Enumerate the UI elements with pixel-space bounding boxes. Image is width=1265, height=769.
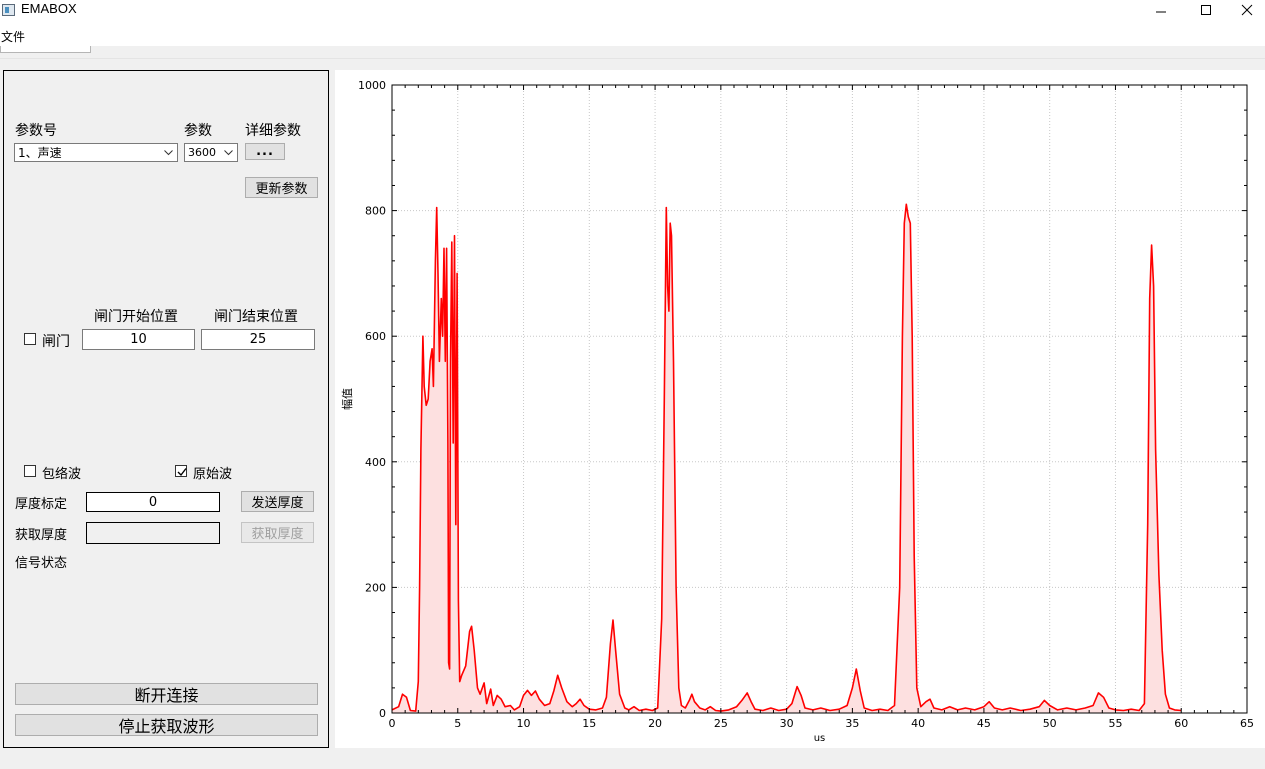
gate-start-input[interactable]: 10 (82, 329, 195, 350)
y-tick-label: 0 (379, 707, 386, 720)
gate-start-label: 闸门开始位置 (94, 309, 178, 325)
disconnect-button[interactable]: 断开连接 (15, 683, 318, 705)
close-button[interactable] (1228, 0, 1265, 20)
waveform-chart: 0 5 10 15 20 25 30 35 40 45 50 55 60 65 0 200 400 600 800 1… (335, 70, 1265, 748)
raw-wave-checkbox[interactable] (175, 465, 187, 477)
x-tick-label: 0 (389, 717, 396, 730)
check-icon (177, 468, 187, 477)
y-tick-label: 800 (365, 205, 386, 218)
param-label: 参数 (184, 123, 212, 139)
thickness-calib-input[interactable]: 0 (86, 492, 220, 512)
param-value: 3600 (188, 146, 216, 159)
x-tick-label: 40 (911, 717, 925, 730)
x-tick-label: 60 (1174, 717, 1188, 730)
y-tick-label: 200 (365, 581, 386, 594)
toolbar (0, 46, 1265, 59)
gate-checkbox-label: 闸门 (42, 334, 70, 350)
app-icon (2, 4, 15, 16)
x-tick-label: 65 (1240, 717, 1254, 730)
envelope-label: 包络波 (42, 467, 82, 482)
maximize-icon (1201, 5, 1211, 15)
y-tick-label: 1000 (358, 79, 386, 92)
menu-bar (0, 26, 1265, 46)
close-icon (1241, 4, 1252, 16)
param-no-value: 1、声速 (18, 146, 62, 160)
x-tick-label: 35 (845, 717, 859, 730)
get-thickness-button[interactable]: 获取厚度 (241, 522, 314, 543)
chevron-down-icon (164, 150, 173, 156)
plot-frame (391, 84, 1248, 714)
gate-end-input[interactable]: 25 (201, 329, 315, 350)
toolbar-combo[interactable] (0, 46, 91, 53)
param-select[interactable]: 3600 (184, 143, 238, 162)
gate-end-label: 闸门结束位置 (214, 309, 298, 325)
thickness-calib-label: 厚度标定 (15, 497, 68, 512)
x-tick-label: 25 (714, 717, 728, 730)
x-tick-label: 55 (1108, 717, 1122, 730)
detail-param-button[interactable]: ... (245, 143, 285, 160)
x-tick-label: 20 (648, 717, 662, 730)
x-axis-label: us (814, 733, 826, 744)
control-panel (3, 70, 329, 748)
window-title: EMABOX (21, 1, 77, 16)
minimize-icon (1156, 11, 1166, 13)
param-no-select[interactable]: 1、声速 (14, 143, 178, 162)
update-param-button[interactable]: 更新参数 (245, 177, 318, 198)
signal-status-label: 信号状态 (15, 556, 68, 571)
detail-param-label: 详细参数 (245, 123, 301, 139)
y-tick-label: 400 (365, 456, 386, 469)
chevron-down-icon (224, 150, 233, 156)
chart-canvas: 0 5 10 15 20 25 30 35 40 45 50 55 60 65 0 200 400 600 800 1… (341, 79, 1254, 744)
get-thickness-label: 获取厚度 (15, 528, 68, 543)
y-axis-label: 幅值 (341, 388, 354, 410)
gate-checkbox[interactable] (24, 333, 36, 345)
x-tick-label: 30 (780, 717, 794, 730)
status-bar (0, 750, 1265, 769)
x-tick-label: 10 (517, 717, 531, 730)
x-tick-label: 45 (977, 717, 991, 730)
menu-file[interactable]: 文件 (1, 28, 25, 45)
minimize-button[interactable] (1138, 0, 1184, 20)
maximize-button[interactable] (1183, 0, 1229, 20)
envelope-checkbox[interactable] (24, 465, 36, 477)
title-bar (0, 0, 1265, 26)
y-tick-label: 600 (365, 330, 386, 343)
stop-wave-button[interactable]: 停止获取波形 (15, 714, 318, 736)
x-tick-label: 15 (582, 717, 596, 730)
get-thickness-field (86, 522, 220, 544)
x-tick-label: 5 (454, 717, 461, 730)
x-tick-label: 50 (1043, 717, 1057, 730)
raw-wave-label: 原始波 (193, 467, 233, 482)
param-no-label: 参数号 (15, 123, 57, 139)
send-thickness-button[interactable]: 发送厚度 (241, 491, 314, 512)
